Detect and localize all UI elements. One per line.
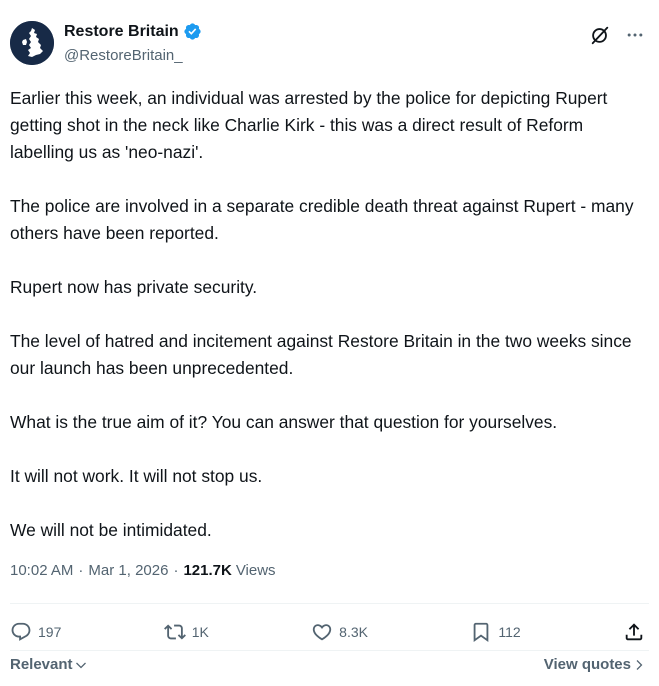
reply-button[interactable]: 197 xyxy=(10,621,61,643)
like-button[interactable]: 8.3K xyxy=(311,621,368,643)
bookmark-count: 112 xyxy=(498,624,521,640)
tweet-paragraph: The level of hatred and incitement again… xyxy=(10,331,632,378)
action-bar: 197 1K 8.3K 112 xyxy=(10,618,645,646)
bookmark-button[interactable]: 112 xyxy=(470,621,521,643)
repost-icon xyxy=(163,624,186,640)
tweet-date[interactable]: Mar 1, 2026 xyxy=(88,562,168,579)
grok-button[interactable] xyxy=(589,24,611,46)
sort-label: Relevant xyxy=(10,656,73,673)
tweet-paragraph: What is the true aim of it? You can answ… xyxy=(10,412,558,432)
tweet-meta: 10:02 AM · Mar 1, 2026 · 121.7K Views xyxy=(10,562,276,579)
replies-header: Relevant View quotes xyxy=(10,656,645,673)
meta-separator: · xyxy=(173,562,179,579)
share-icon xyxy=(625,623,643,641)
divider xyxy=(10,650,649,651)
sort-dropdown[interactable]: Relevant xyxy=(10,656,87,673)
verified-badge-icon xyxy=(184,23,201,40)
author-name-row: Restore Britain xyxy=(64,22,202,41)
divider xyxy=(10,603,649,604)
tweet-paragraph: Earlier this week, an individual was arr… xyxy=(10,88,608,162)
repost-button[interactable]: 1K xyxy=(163,621,209,643)
views-label: Views xyxy=(235,562,276,579)
chevron-down-icon xyxy=(75,662,86,668)
avatar[interactable] xyxy=(10,21,54,65)
reply-count: 197 xyxy=(38,624,62,640)
author-handle[interactable]: @RestoreBritain_ xyxy=(64,47,183,64)
tweet-paragraph: It will not work. It will not stop us. xyxy=(10,466,263,486)
author-display-name[interactable]: Restore Britain xyxy=(64,23,179,41)
tweet-paragraph: We will not be intimidated. xyxy=(10,520,212,540)
repost-count: 1K xyxy=(191,624,209,640)
tweet-text: Earlier this week, an individual was arr… xyxy=(10,85,650,571)
share-button[interactable] xyxy=(623,621,645,643)
view-quotes-link[interactable]: View quotes xyxy=(544,656,645,673)
heart-icon xyxy=(313,624,332,641)
like-count: 8.3K xyxy=(339,624,368,640)
more-options-button[interactable] xyxy=(625,25,645,45)
top-actions xyxy=(589,24,645,46)
tweet-paragraph: Rupert now has private security. xyxy=(10,277,258,297)
britain-map-icon xyxy=(10,21,54,65)
view-quotes-label: View quotes xyxy=(543,656,631,673)
views-count: 121.7K xyxy=(183,562,232,579)
chevron-right-icon xyxy=(636,659,643,670)
tweet-time[interactable]: 10:02 AM xyxy=(10,562,73,579)
reply-icon xyxy=(11,622,31,641)
bookmark-icon xyxy=(473,622,489,643)
more-dots-icon xyxy=(627,33,643,37)
grok-icon xyxy=(591,26,609,45)
meta-separator: · xyxy=(78,562,84,579)
tweet-paragraph: The police are involved in a separate cr… xyxy=(10,196,634,243)
